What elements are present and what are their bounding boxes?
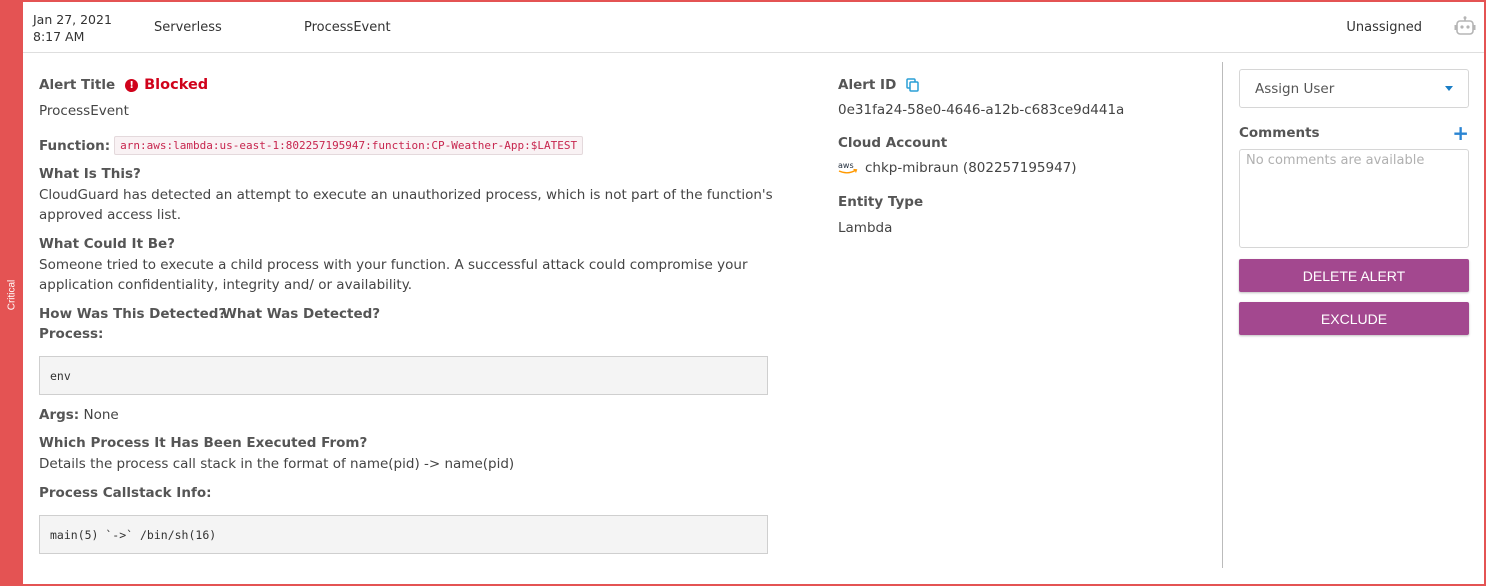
- function-arn: arn:aws:lambda:us-east-1:802257195947:fu…: [114, 136, 584, 155]
- entity-type-label: Entity Type: [838, 194, 924, 210]
- alert-timestamp: Jan 27, 2021 8:17 AM: [33, 11, 112, 45]
- alert-id-label: Alert ID: [838, 77, 897, 93]
- executed-from-label: Which Process It Has Been Executed From?: [39, 435, 368, 451]
- assign-user-select[interactable]: Assign User: [1239, 69, 1469, 108]
- alert-card: Critical Jan 27, 2021 8:17 AM Serverless…: [0, 0, 1486, 586]
- callstack-label: Process Callstack Info:: [39, 485, 212, 501]
- callstack-value-box: main(5) `->` /bin/sh(16): [39, 515, 768, 554]
- comments-empty-text: No comments are available: [1246, 153, 1425, 168]
- comments-area[interactable]: No comments are available: [1239, 149, 1469, 248]
- alert-id-row: Alert ID: [838, 77, 920, 93]
- caret-down-icon: [1445, 86, 1453, 91]
- alert-title-value: ProcessEvent: [39, 103, 129, 119]
- alert-body: Alert Title ! Blocked ProcessEvent Funct…: [23, 53, 1484, 584]
- alert-header[interactable]: Jan 27, 2021 8:17 AM Serverless ProcessE…: [23, 2, 1484, 53]
- args-label: Args:: [39, 407, 80, 423]
- copy-icon[interactable]: [906, 78, 920, 92]
- function-row: Function: arn:aws:lambda:us-east-1:80225…: [39, 136, 584, 155]
- blocked-icon: !: [125, 78, 139, 92]
- svg-text:aws: aws: [838, 161, 854, 170]
- how-detected-label: How Was This Detected?: [39, 306, 227, 322]
- alert-date: Jan 27, 2021: [33, 12, 112, 27]
- alert-title-row: Alert Title ! Blocked: [39, 77, 208, 93]
- exclude-button[interactable]: EXCLUDE: [1239, 302, 1469, 335]
- what-detected-label: What Was Detected?: [222, 306, 381, 322]
- alert-assignee: Unassigned: [1346, 20, 1422, 35]
- process-label: Process:: [39, 326, 104, 342]
- what-is-this-label: What Is This?: [39, 166, 141, 182]
- cloud-account-row: aws chkp-mibraun (802257195947): [838, 158, 1077, 178]
- function-label: Function:: [39, 137, 111, 154]
- cloud-account-value[interactable]: chkp-mibraun (802257195947): [865, 158, 1077, 178]
- what-could-it-be-label: What Could It Be?: [39, 236, 176, 252]
- entity-type-value: Lambda: [838, 220, 893, 236]
- alert-time: 8:17 AM: [33, 29, 85, 44]
- delete-alert-button[interactable]: DELETE ALERT: [1239, 259, 1469, 292]
- add-comment-icon[interactable]: +: [1452, 123, 1469, 143]
- comments-label: Comments: [1239, 125, 1320, 141]
- what-could-it-be-text: Someone tried to execute a child process…: [39, 257, 748, 293]
- process-value-box: env: [39, 356, 768, 395]
- alert-id-value: 0e31fa24-58e0-4646-a12b-c683ce9d441a: [838, 102, 1125, 118]
- robot-icon[interactable]: [1454, 16, 1476, 36]
- aws-icon: aws: [838, 161, 858, 174]
- alert-source: Serverless: [154, 20, 222, 35]
- status-text: Blocked: [144, 77, 209, 93]
- column-divider: [1222, 62, 1223, 568]
- alert-rule-name: ProcessEvent: [304, 20, 391, 35]
- assign-user-placeholder: Assign User: [1255, 80, 1335, 97]
- severity-strip: Critical: [2, 2, 23, 584]
- cloud-account-label: Cloud Account: [838, 135, 948, 151]
- args-value: None: [83, 407, 119, 423]
- severity-label: Critical: [6, 279, 18, 311]
- executed-from-text: Details the process call stack in the fo…: [39, 456, 515, 472]
- alert-title-label: Alert Title: [39, 77, 116, 93]
- what-is-this-text: CloudGuard has detected an attempt to ex…: [39, 187, 773, 223]
- status-badge: ! Blocked: [125, 77, 208, 93]
- args-row: Args: None: [39, 405, 119, 425]
